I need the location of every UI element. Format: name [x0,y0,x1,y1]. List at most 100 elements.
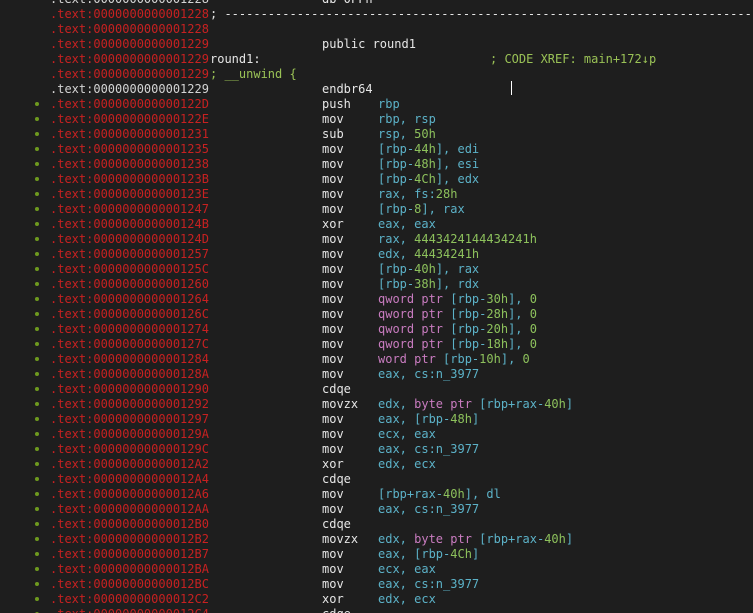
address-label[interactable]: .text:000000000000126C [50,307,209,322]
listing-line[interactable]: .text:0000000000001290 cdqe [0,382,753,397]
listing-line[interactable]: .text:0000000000001284 mov word ptr [rbp-1… [0,352,753,367]
instruction-mnemonic[interactable]: mov [322,292,344,307]
listing-line[interactable]: .text:00000000000012A2 xor edx, ecx [0,457,753,472]
instruction-mnemonic[interactable]: cdqe [322,517,351,532]
instruction-operands[interactable]: rsp, 50h [378,127,436,142]
breakpoint-marker-dot[interactable] [35,507,39,511]
disassembly-view[interactable]: .text:0000000000001228 db 0FFh .text:00000… [0,0,753,613]
address-label[interactable]: .text:00000000000012A6 [50,487,209,502]
listing-line[interactable]: .text:000000000000129A mov ecx, eax [0,427,753,442]
listing-line[interactable]: .text:0000000000001257 mov edx, 44434241h [0,247,753,262]
listing-line[interactable]: .text:000000000000123E mov rax, fs:28h [0,187,753,202]
instruction-mnemonic[interactable]: mov [322,307,344,322]
address-label[interactable]: .text:0000000000001260 [50,277,209,292]
listing-line[interactable]: .text:000000000000125C mov [rbp-40h], rax [0,262,753,277]
instruction-operands[interactable]: eax, [rbp-4Ch] [378,547,479,562]
instruction-mnemonic[interactable]: sub [322,127,344,142]
instruction-operands[interactable]: edx, ecx [378,592,436,607]
listing-line[interactable]: .text:00000000000012C4 cdqe [0,607,753,613]
address-label[interactable]: .text:0000000000001238 [50,157,209,172]
instruction-operands[interactable]: qword ptr [rbp-20h], 0 [378,322,537,337]
instruction-mnemonic[interactable]: mov [322,427,344,442]
breakpoint-marker-dot[interactable] [35,252,39,256]
breakpoint-marker-dot[interactable] [35,282,39,286]
breakpoint-marker-dot[interactable] [35,417,39,421]
instruction-mnemonic[interactable]: cdqe [322,607,351,613]
listing-line[interactable]: .text:00000000000012B0 cdqe [0,517,753,532]
instruction-mnemonic[interactable]: cdqe [322,472,351,487]
breakpoint-marker-dot[interactable] [35,432,39,436]
listing-line[interactable]: .text:000000000000129C mov eax, cs:n_3977 [0,442,753,457]
breakpoint-marker-dot[interactable] [35,327,39,331]
breakpoint-marker-dot[interactable] [35,387,39,391]
instruction-operands[interactable]: qword ptr [rbp-30h], 0 [378,292,537,307]
instruction-mnemonic[interactable]: xor [322,217,344,232]
breakpoint-marker-dot[interactable] [35,342,39,346]
instruction-mnemonic[interactable]: push [322,97,351,112]
breakpoint-marker-dot[interactable] [35,582,39,586]
instruction-mnemonic[interactable]: cdqe [322,382,351,397]
address-label[interactable]: .text:0000000000001290 [50,382,209,397]
instruction-mnemonic[interactable]: mov [322,442,344,457]
address-label[interactable]: .text:0000000000001274 [50,322,209,337]
instruction-operands[interactable]: edx, byte ptr [rbp+rax-40h] [378,397,573,412]
breakpoint-marker-dot[interactable] [35,177,39,181]
breakpoint-marker-dot[interactable] [35,267,39,271]
listing-line[interactable]: .text:0000000000001247 mov [rbp-8], rax [0,202,753,217]
instruction-operands[interactable]: eax, [rbp-48h] [378,412,479,427]
breakpoint-marker-dot[interactable] [35,162,39,166]
address-label[interactable]: .text:000000000000124B [50,217,209,232]
listing-line[interactable]: .text:00000000000012BA mov ecx, eax [0,562,753,577]
instruction-operands[interactable]: ecx, eax [378,562,436,577]
breakpoint-marker-dot[interactable] [35,312,39,316]
address-label[interactable]: .text:00000000000012C4 [50,607,209,613]
address-label[interactable]: .text:00000000000012BA [50,562,209,577]
address-label[interactable]: .text:00000000000012C2 [50,592,209,607]
instruction-operands[interactable]: rbp [378,97,400,112]
breakpoint-marker-dot[interactable] [35,132,39,136]
breakpoint-marker-dot[interactable] [35,237,39,241]
instruction-operands[interactable]: ecx, eax [378,427,436,442]
instruction-operands[interactable]: rax, 4443424144434241h [378,232,537,247]
instruction-mnemonic[interactable]: mov [322,562,344,577]
instruction-mnemonic[interactable]: movzx [322,532,358,547]
instruction-operands[interactable]: qword ptr [rbp-18h], 0 [378,337,537,352]
breakpoint-marker-dot[interactable] [35,297,39,301]
breakpoint-marker-dot[interactable] [35,537,39,541]
address-label[interactable]: .text:0000000000001228 [50,22,209,37]
instruction-mnemonic[interactable]: db 0FFh [322,0,373,7]
instruction-mnemonic[interactable]: mov [322,142,344,157]
instruction-mnemonic[interactable]: mov [322,277,344,292]
instruction-operands[interactable]: qword ptr [rbp-28h], 0 [378,307,537,322]
breakpoint-marker-dot[interactable] [35,102,39,106]
address-label[interactable]: .text:0000000000001292 [50,397,209,412]
listing-line[interactable]: .text:0000000000001229; __unwind { [0,67,753,82]
listing-line[interactable]: .text:000000000000124D mov rax, 4443424144… [0,232,753,247]
instruction-operands[interactable]: eax, cs:n_3977 [378,502,479,517]
address-label[interactable]: .text:000000000000124D [50,232,209,247]
listing-line[interactable]: .text:000000000000123B mov [rbp-4Ch], edx [0,172,753,187]
address-label[interactable]: .text:000000000000122E [50,112,209,127]
listing-line[interactable]: .text:0000000000001260 mov [rbp-38h], rdx [0,277,753,292]
breakpoint-marker-dot[interactable] [35,492,39,496]
instruction-operands[interactable]: [rbp-40h], rax [378,262,479,277]
address-label[interactable]: .text:000000000000129C [50,442,209,457]
breakpoint-marker-dot[interactable] [35,192,39,196]
listing-line[interactable]: .text:000000000000122E mov rbp, rsp [0,112,753,127]
breakpoint-marker-dot[interactable] [35,147,39,151]
address-label[interactable]: .text:0000000000001229 [50,67,209,82]
instruction-mnemonic[interactable]: mov [322,187,344,202]
address-label[interactable]: .text:0000000000001229 [50,37,209,52]
breakpoint-marker-dot[interactable] [35,597,39,601]
listing-line[interactable]: .text:00000000000012BC mov eax, cs:n_3977 [0,577,753,592]
listing-line[interactable]: .text:00000000000012A4 cdqe [0,472,753,487]
listing-line[interactable]: .text:0000000000001292 movzx edx, byte ptr… [0,397,753,412]
address-label[interactable]: .text:000000000000127C [50,337,209,352]
instruction-operands[interactable]: [rbp-8], rax [378,202,465,217]
address-label[interactable]: .text:0000000000001297 [50,412,209,427]
breakpoint-marker-dot[interactable] [35,357,39,361]
address-label[interactable]: .text:00000000000012B0 [50,517,209,532]
instruction-operands[interactable]: rax, fs:28h [378,187,457,202]
listing-line[interactable]: .text:00000000000012AA mov eax, cs:n_3977 [0,502,753,517]
address-label[interactable]: .text:00000000000012A4 [50,472,209,487]
